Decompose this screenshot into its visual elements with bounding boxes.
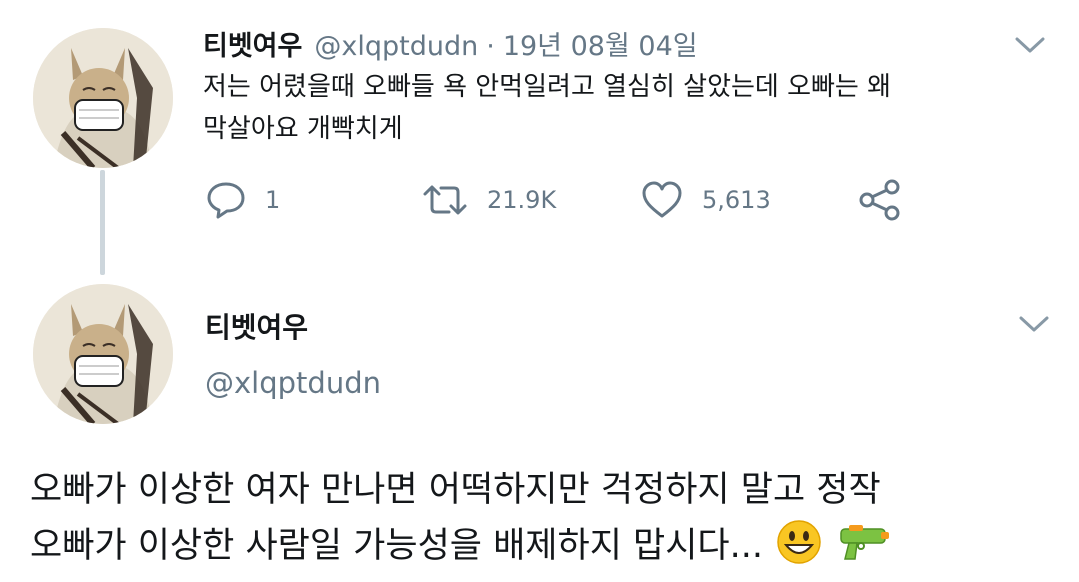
tweet-actions: 1 21.9K 5,613 (203, 178, 923, 222)
grinning-face-emoji (777, 520, 821, 564)
reply-count: 1 (265, 186, 281, 214)
tweet-header: 티벳여우 @xlqptdudn · 19년 08월 04일 (203, 24, 698, 63)
author-handle[interactable]: @xlqptdudn (205, 366, 381, 400)
author-name[interactable]: 티벳여우 (203, 24, 302, 63)
reply-button[interactable]: 1 (205, 178, 280, 222)
tweet-date[interactable]: 19년 08월 04일 (503, 24, 698, 63)
reply-text-line: 오빠가 이상한 여자 만나면 어떡하지만 걱정하지 말고 정작 (30, 470, 881, 510)
reply-text: 오빠가 이상한 여자 만나면 어떡하지만 걱정하지 말고 정작 오빠가 이상한 … (30, 462, 1070, 574)
tweet-text-line: 저는 어렸을때 오빠들 욕 안먹일려고 열심히 살았는데 오빠는 왜 (203, 72, 892, 102)
retweet-count: 21.9K (487, 186, 557, 214)
thread-connector-line (100, 170, 105, 275)
share-icon (859, 179, 900, 221)
speech-bubble-icon (207, 182, 245, 219)
separator-dot: · (486, 31, 495, 62)
reply-text-line: 오빠가 이상한 사람일 가능성을 배제하지 맙시다... (30, 526, 764, 566)
share-button[interactable] (858, 178, 902, 222)
tweet-text-line: 막살아요 개빡치게 (203, 114, 403, 144)
fox-mask-avatar-image (33, 284, 173, 424)
retweet-button[interactable]: 21.9K (421, 178, 556, 222)
like-button[interactable]: 5,613 (640, 178, 771, 222)
fox-mask-avatar-image (33, 28, 173, 168)
author-handle[interactable]: @xlqptdudn (314, 31, 478, 62)
like-count: 5,613 (702, 186, 771, 214)
author-name[interactable]: 티벳여우 (205, 306, 308, 346)
heart-icon (642, 181, 682, 218)
chevron-down-icon[interactable] (1017, 313, 1051, 335)
retweet-icon (423, 185, 467, 215)
chevron-down-icon[interactable] (1013, 34, 1047, 56)
tweet-text: 저는 어렸을때 오빠들 욕 안먹일려고 열심히 살았는데 오빠는 왜 막살아요 … (203, 66, 993, 150)
reply-text-line-with-emoji: 오빠가 이상한 사람일 가능성을 배제하지 맙시다... (30, 518, 1070, 574)
avatar[interactable] (33, 284, 173, 424)
avatar[interactable] (33, 28, 173, 168)
water-pistol-emoji (840, 525, 890, 560)
